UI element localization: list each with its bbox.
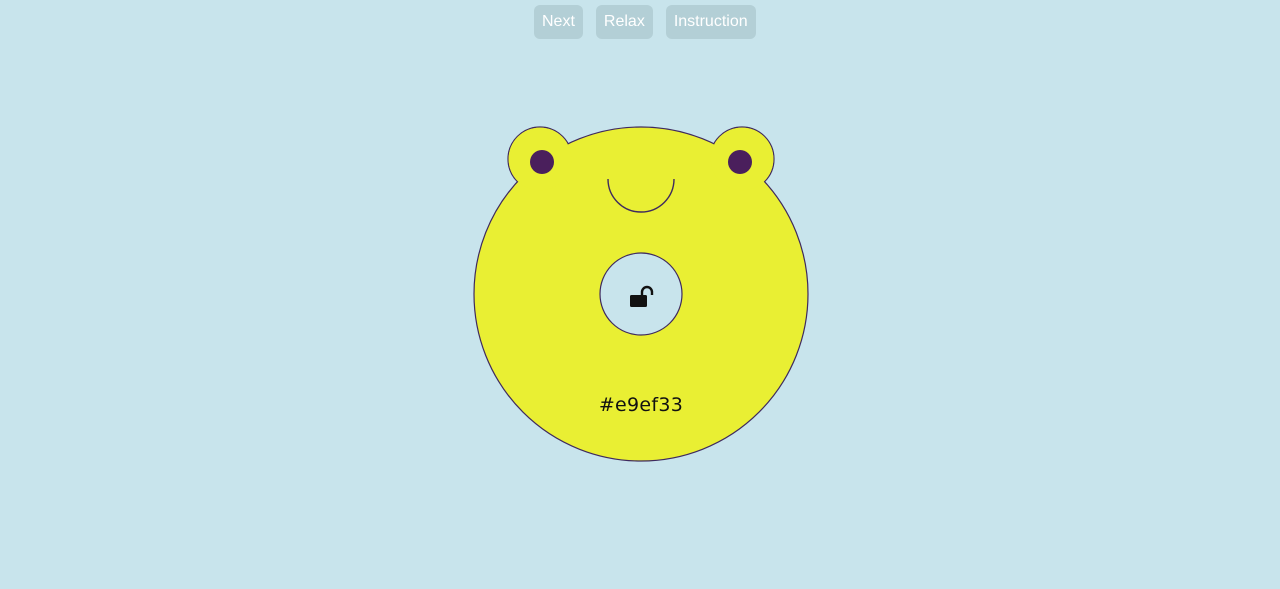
color-hex-label: #e9ef33 — [598, 394, 684, 416]
lock-toggle-button[interactable] — [600, 253, 682, 335]
right-eye — [728, 150, 752, 174]
left-eye — [530, 150, 554, 174]
